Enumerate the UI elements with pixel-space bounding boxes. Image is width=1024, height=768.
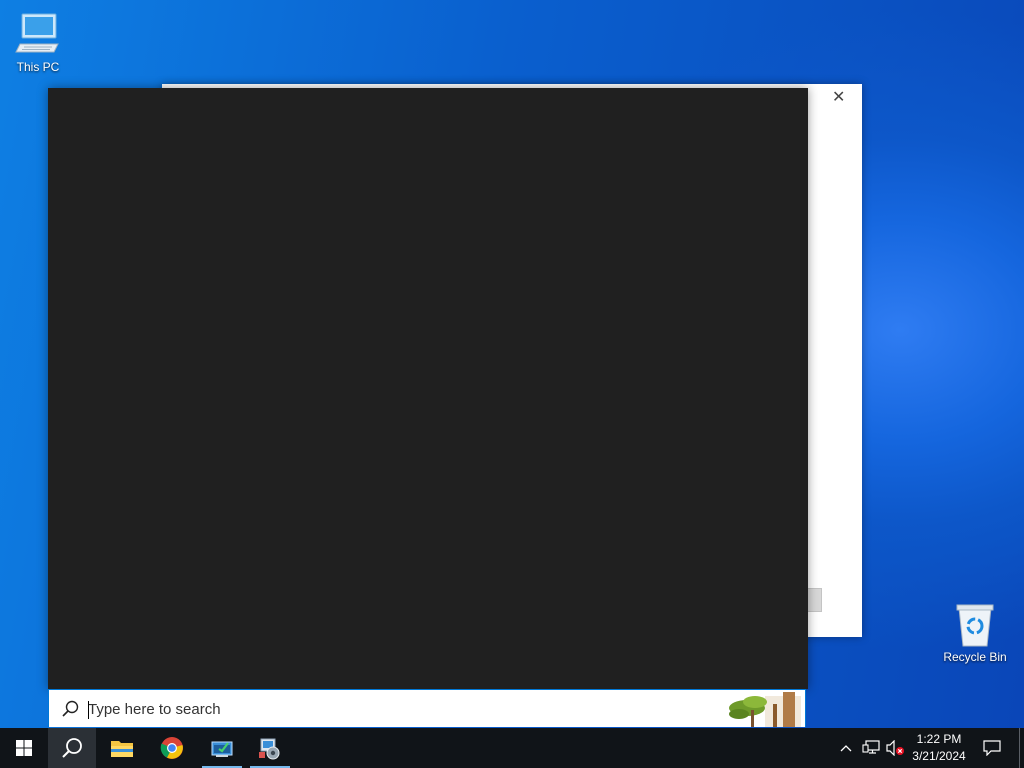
show-hidden-icons-button[interactable] bbox=[836, 728, 856, 768]
network-button[interactable] bbox=[860, 728, 882, 768]
chrome-button[interactable] bbox=[148, 728, 196, 768]
search-box[interactable] bbox=[48, 689, 806, 727]
app-window-icon bbox=[211, 741, 233, 757]
chrome-icon bbox=[160, 737, 183, 759]
clock[interactable]: 1:22 PM 3/21/2024 bbox=[904, 731, 974, 765]
network-icon bbox=[862, 740, 880, 754]
desktop-icon-this-pc[interactable]: This PC bbox=[0, 10, 76, 74]
desktop-icon-recycle-bin[interactable]: Recycle Bin bbox=[937, 602, 1013, 664]
action-center-button[interactable] bbox=[978, 728, 1006, 768]
taskbar: 1:22 PM 3/21/2024 bbox=[0, 728, 1024, 768]
start-button[interactable] bbox=[0, 728, 48, 768]
search-icon bbox=[62, 738, 82, 758]
file-explorer-button[interactable] bbox=[98, 728, 146, 768]
chevron-up-icon bbox=[840, 745, 852, 752]
search-taskbar-button[interactable] bbox=[48, 728, 96, 768]
installer-button[interactable] bbox=[246, 728, 294, 768]
show-desktop-button[interactable] bbox=[1019, 728, 1024, 768]
computer-icon bbox=[15, 13, 59, 53]
folder-icon bbox=[111, 741, 133, 757]
desktop-icon-label: Recycle Bin bbox=[943, 650, 1007, 664]
clock-date: 3/21/2024 bbox=[912, 749, 966, 763]
search-input[interactable] bbox=[87, 696, 728, 722]
search-results-panel bbox=[48, 88, 808, 689]
desktop: This PC Recycle Bin ✕ bbox=[0, 0, 1024, 728]
volume-muted-icon bbox=[886, 740, 904, 756]
recycle-bin-icon bbox=[956, 604, 994, 647]
notification-icon bbox=[983, 740, 1001, 756]
app-window-button[interactable] bbox=[198, 728, 246, 768]
text-caret bbox=[88, 701, 89, 719]
close-icon[interactable]: ✕ bbox=[832, 90, 848, 106]
desktop-icon-label: This PC bbox=[16, 60, 60, 74]
search-icon bbox=[62, 700, 79, 717]
clock-time: 1:22 PM bbox=[916, 732, 962, 746]
windows-logo-icon bbox=[16, 740, 32, 756]
volume-button[interactable] bbox=[884, 728, 906, 768]
search-highlight-illustration-icon bbox=[725, 690, 805, 727]
installer-icon bbox=[259, 738, 280, 760]
